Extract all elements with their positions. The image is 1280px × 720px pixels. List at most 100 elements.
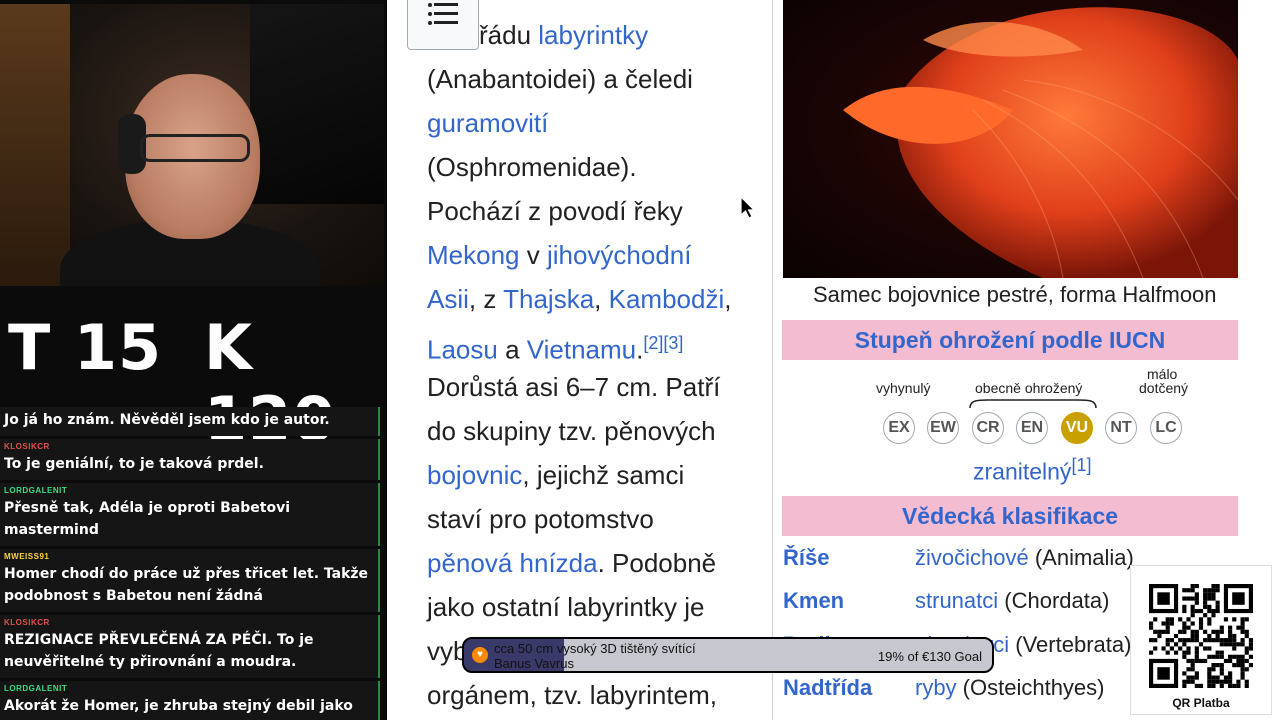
stream-sidebar: T 15 K 120 Jo já ho znám. Něvěděl jsem k… — [0, 0, 386, 720]
donation-icon: ♥ — [472, 647, 488, 663]
article-line: (Anabantoidei) a čeledi — [427, 63, 693, 95]
betta-fish-image[interactable] — [783, 0, 1238, 278]
chat-username: LORDGALENIT — [4, 684, 68, 693]
article-text: , — [594, 284, 609, 314]
donation-goal-bar: ♥ cca 50 cm vysoký 3D tištěný svítící Ba… — [462, 637, 994, 673]
article-text: jako ostatní labyrintky je — [427, 592, 705, 622]
qr-payment-card: QR Platba — [1130, 565, 1272, 715]
taxonomy-latin: (Chordata) — [998, 588, 1110, 613]
chat-text: Jo já ho znám. Něvěděl jsem kdo je autor… — [4, 412, 330, 428]
taxonomy-link[interactable]: strunatci — [915, 588, 998, 613]
label-threatened: obecně ohrožený — [975, 380, 1083, 396]
webcam-glasses — [140, 134, 250, 162]
taxonomy-value: strunatci (Chordata) — [915, 586, 1109, 616]
iucn-status-ref[interactable]: [1] — [1071, 455, 1091, 475]
image-caption: Samec bojovnice pestré, forma Halfmoon — [813, 282, 1217, 307]
article-text: v — [519, 240, 547, 270]
iucn-code-en[interactable]: EN — [1016, 412, 1048, 444]
taxonomy-latin: (Vertebrata) — [1009, 632, 1132, 657]
chat-message: LORDGALENIT Akorát že Homer, je zhruba st… — [0, 681, 380, 720]
article-link[interactable]: jihovýchodní — [547, 240, 692, 270]
article-link[interactable]: Vietnamu — [527, 335, 636, 365]
list-icon-dot — [428, 3, 432, 7]
article-text: , z — [468, 284, 504, 314]
article-text: (Osphromenidae). — [427, 152, 637, 182]
chat-text: REZIGNACE PŘEVLEČENÁ ZA PÉČI. To je neuv… — [4, 632, 314, 670]
article-link[interactable]: Kambodži — [609, 284, 725, 314]
taxonomy-value: živočichové (Animalia) — [915, 543, 1134, 573]
goal-progress-text: 19% of €130 Goal — [877, 649, 982, 664]
chat-list: Jo já ho znám. Něvěděl jsem kdo je autor… — [0, 407, 386, 720]
chat-message: KLOSIKCR To je geniální, to je taková prd… — [0, 439, 380, 480]
article-text: . Podobně — [597, 548, 717, 578]
article-link[interactable]: Asii — [427, 284, 469, 314]
chat-text: Přesně tak, Adéla je oproti Babetovi mas… — [4, 500, 291, 538]
article-line: guramovití — [427, 107, 548, 139]
iucn-code-lc[interactable]: LC — [1150, 412, 1182, 444]
list-icon-dot — [428, 21, 432, 25]
iucn-status[interactable]: zranitelný[1] — [973, 455, 1091, 486]
taxonomy-value: ryby (Osteichthyes) — [915, 673, 1105, 703]
taxonomy-latin: (Osteichthyes) — [956, 675, 1105, 700]
article-line: Pochází z povodí řeky — [427, 195, 683, 227]
article-link[interactable]: Mekong — [427, 240, 520, 270]
taxonomy-rank[interactable]: Kmen — [783, 586, 844, 616]
taxonomy-latin: (Animalia) — [1028, 545, 1134, 570]
article-line: bojovnic, jejichž samci — [427, 459, 684, 491]
article-link[interactable]: Thajska — [503, 284, 594, 314]
article-link[interactable]: labyrintky — [538, 20, 648, 50]
iucn-code-vu[interactable]: VU — [1061, 412, 1093, 444]
article-line: Mekong v jihovýchodní — [427, 239, 692, 271]
list-icon-bar — [434, 12, 458, 15]
iucn-status-label[interactable]: zranitelný — [973, 459, 1071, 485]
qr-code-image — [1149, 584, 1253, 688]
taxonomy-rank[interactable]: Nadtřída — [783, 673, 872, 703]
list-icon-dot — [428, 12, 432, 16]
iucn-code-ew[interactable]: EW — [927, 412, 959, 444]
article-text: a — [497, 334, 527, 365]
article-text: Pochází z povodí řeky — [427, 196, 683, 226]
article-link[interactable]: bojovnic — [427, 460, 522, 490]
chat-username: KLOSIKCR — [4, 618, 50, 627]
counter-t: T 15 — [8, 311, 163, 384]
article-line: do skupiny tzv. pěnových — [427, 415, 716, 447]
article-link[interactable]: guramovití — [427, 108, 548, 138]
article-line: Asii, z Thajska, Kambodži, — [427, 283, 731, 315]
chat-text: Akorát že Homer, je zhruba stejný debil … — [4, 698, 353, 714]
article-line: pěnová hnízda. Podobně — [427, 547, 716, 579]
taxonomy-rank[interactable]: Říše — [783, 543, 829, 573]
classification-header[interactable]: Vědecká klasifikace — [782, 496, 1238, 536]
webcam-feed — [0, 4, 384, 286]
list-icon-bar — [434, 3, 458, 6]
article-line: řádu labyrintky — [479, 19, 648, 51]
chat-text: To je geniální, to je taková prdel. — [4, 456, 264, 472]
threatened-bracket — [969, 399, 1097, 409]
iucn-header[interactable]: Stupeň ohrožení podle IUCN — [782, 320, 1238, 360]
goal-title: cca 50 cm vysoký 3D tištěný svítící — [494, 641, 696, 656]
article-link[interactable]: Laosu — [427, 335, 498, 365]
taxonomy-link[interactable]: ryby — [915, 675, 957, 700]
iucn-code-ex[interactable]: EX — [883, 412, 915, 444]
label-least-2: dotčený — [1139, 380, 1189, 396]
article-text: do skupiny tzv. pěnových — [427, 416, 716, 446]
article-line: Laosu a Vietnamu.[2][3] — [427, 327, 683, 366]
webcam-acoustic-panel — [250, 4, 384, 204]
score-counter: T 15 K 120 — [0, 298, 386, 456]
article-line: Dorůstá asi 6–7 cm. Patří — [427, 371, 720, 403]
article-text: orgánem, tzv. labyrintem, — [427, 680, 717, 710]
article-line: staví pro potomstvo — [427, 503, 654, 535]
chat-username: MWEISS91 — [4, 552, 50, 561]
article-text: staví pro potomstvo — [427, 504, 654, 534]
fish-illustration — [843, 7, 1238, 278]
chat-username: LORDGALENIT — [4, 486, 68, 495]
taxonomy-link[interactable]: živočichové — [915, 545, 1029, 570]
chat-message: Jo já ho znám. Něvěděl jsem kdo je autor… — [0, 407, 380, 436]
table-of-contents-button[interactable] — [407, 0, 479, 50]
chat-username: KLOSIKCR — [4, 442, 50, 451]
article-line: (Osphromenidae). — [427, 151, 637, 183]
iucn-code-cr[interactable]: CR — [972, 412, 1004, 444]
iucn-code-nt[interactable]: NT — [1105, 412, 1137, 444]
webcam-background-wall — [0, 4, 70, 286]
article-link[interactable]: pěnová hnízda — [427, 548, 598, 578]
article-link[interactable]: [2][3] — [643, 333, 683, 353]
